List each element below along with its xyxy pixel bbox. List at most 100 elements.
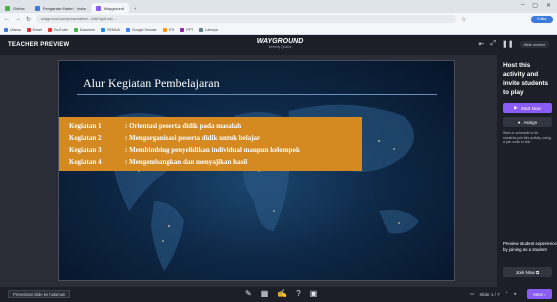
bookmark-favicon-icon (26, 27, 31, 32)
bookmark-label: YouTube (53, 27, 68, 32)
star-icon[interactable]: ☆ (461, 16, 466, 23)
bookmark-item[interactable]: Google Scholar (125, 27, 157, 32)
address-row: ← → ↻ wayground.com/presentation/.../edi… (0, 13, 557, 25)
join-now-button[interactable]: Join Now ⧉ (503, 267, 552, 277)
bookmark-label: Lainnya (205, 27, 218, 32)
question-icon[interactable]: ? (296, 289, 300, 298)
preview-text: Preview student experience by joining as… (503, 241, 557, 252)
slide-counter-text: Slide 1 / 7 (479, 291, 500, 297)
bookmark-favicon-icon (180, 27, 185, 32)
fullscreen-icon[interactable]: ⤢ (490, 40, 496, 48)
close-icon[interactable]: ✕ (546, 2, 551, 9)
tab-label: Pengantar Materi · Insta (42, 5, 86, 11)
bookmark-item[interactable]: ITS (162, 27, 175, 32)
bookmark-label: Google Scholar (131, 27, 157, 32)
teacher-preview-label: TEACHER PREVIEW (8, 42, 70, 48)
slide-title: Alur Kegiatan Pembelajaran (83, 76, 220, 90)
host-note: Start or schedule to let students join t… (503, 131, 551, 145)
app-header: TEACHER PREVIEW WAYGROUND formerly Quizi… (0, 35, 557, 55)
activities-box: Kegiatan 1 : Orientasi peserta didik pada… (59, 117, 362, 171)
bookmark-favicon-icon (47, 27, 52, 32)
host-heading: Host this activity and invite students t… (503, 62, 549, 96)
address-bar[interactable]: wayground.com/presentation/.../edit?pptL… (36, 15, 457, 23)
chevron-up-icon[interactable]: ⌃ (505, 291, 509, 297)
activity-key: Kegiatan 4 (69, 158, 102, 166)
title-underline (77, 94, 437, 95)
presentation-stage: Alur Kegiatan Pembelajaran Kegiatan 1 : O… (0, 55, 497, 287)
pen-icon[interactable]: ✎ (245, 289, 252, 298)
logo-title: WAYGROUND (256, 38, 304, 45)
minimize-icon[interactable]: – (521, 2, 524, 9)
bookmark-favicon-icon (101, 27, 106, 32)
external-link-icon: ⧉ (535, 269, 540, 275)
slides-list-icon[interactable]: ▭ (470, 291, 474, 297)
activity-row: Kegiatan 2 : Mengorganisasi peserta didik… (69, 134, 260, 142)
browser-tab[interactable]: Gdrive (0, 3, 30, 13)
bookmarks-bar: Utama Email YouTube Dokumen SEMUA Google Scho… (0, 25, 557, 35)
bookmark-label: Dokumen (79, 27, 96, 32)
start-now-label: Start Now (520, 105, 541, 111)
prev-icon[interactable]: ◂ (514, 291, 516, 297)
activity-row: Kegiatan 4 : Mengembangkan dan menyajikan… (69, 158, 247, 166)
bookmark-item[interactable]: Lainnya (199, 27, 218, 32)
window-controls: – ▢ ✕ (521, 2, 551, 9)
hide-screen-button[interactable]: Hide screen (519, 40, 549, 48)
bookmark-favicon-icon (4, 27, 8, 32)
tab-favicon-icon (5, 5, 10, 11)
slide-counter: ▭ Slide 1 / 7 ⌃ ◂ (470, 291, 516, 297)
back-icon[interactable]: ← (4, 16, 10, 22)
maximize-icon[interactable]: ▢ (532, 2, 538, 9)
bookmark-item[interactable]: SEMUA (101, 27, 120, 32)
browser-tab[interactable]: Pengantar Materi · Insta (30, 3, 91, 13)
header-actions: ⇤ ⤢ ❚❚ Hide screen (478, 40, 549, 48)
tab-favicon-icon (34, 5, 40, 11)
play-icon: ▶ (514, 105, 518, 110)
logo-subtitle: formerly Quizizz (268, 45, 292, 49)
bookmark-label: SEMUA (107, 27, 120, 32)
activity-key: Kegiatan 2 (69, 134, 102, 142)
bookmark-favicon-icon (125, 27, 130, 32)
bottom-toolbar: Presentasi slide ke halaman ✎ ▦ ✍ ? ▣ ▭ … (0, 287, 557, 302)
activity-text: : Mengorganisasi peserta didik untuk bel… (125, 134, 261, 142)
activity-key: Kegiatan 1 (69, 122, 102, 130)
profile-button[interactable]: Editor (531, 15, 553, 23)
bookmark-favicon-icon (199, 27, 204, 32)
activity-text: : Membimbing penyelidikan individual mau… (125, 146, 300, 154)
forward-icon[interactable]: → (15, 16, 21, 22)
activity-text: : Mengembangkan dan menyajikan hasil (125, 158, 248, 166)
slide-canvas: Alur Kegiatan Pembelajaran Kegiatan 1 : O… (58, 60, 455, 281)
activity-key: Kegiatan 3 (69, 146, 102, 154)
presentation-label[interactable]: Presentasi slide ke halaman (8, 290, 71, 298)
bookmark-item[interactable]: Dokumen (73, 27, 96, 32)
bookmark-item[interactable]: YouTube (47, 27, 68, 32)
next-arrow-icon: › (544, 291, 546, 297)
assign-label: Assign (523, 119, 538, 125)
bookmark-label: ITS (168, 27, 175, 32)
back-arrow-icon[interactable]: ⇤ (478, 40, 484, 48)
bookmark-item[interactable]: Email (26, 27, 42, 32)
bookmark-favicon-icon (162, 27, 167, 32)
tab-label: Gdrive (13, 5, 25, 11)
browser-tab-active[interactable]: Wayground (90, 3, 130, 13)
activity-row: Kegiatan 3 : Membimbing penyelidikan indi… (69, 146, 300, 154)
new-tab-button[interactable]: + (129, 3, 141, 13)
assign-button[interactable]: ● Assign (503, 117, 552, 127)
annotation-tools: ✎ ▦ ✍ ? ▣ (245, 289, 317, 298)
pause-icon[interactable]: ❚❚ (502, 40, 514, 48)
bookmark-item[interactable]: PPT (180, 27, 193, 32)
poll-icon[interactable]: ✍ (277, 289, 287, 298)
join-now-label: Join Now (515, 269, 535, 275)
reload-icon[interactable]: ↻ (26, 16, 31, 23)
next-label: Next (533, 291, 543, 297)
assign-icon: ● (517, 119, 521, 125)
wayground-logo: WAYGROUND formerly Quizizz (240, 38, 320, 49)
next-button[interactable]: Next › (527, 289, 552, 299)
bookmark-item[interactable]: Utama (4, 27, 21, 32)
bookmark-label: Utama (10, 27, 21, 32)
activity-text: : Orientasi peserta didik pada masalah (125, 122, 242, 130)
whiteboard-icon[interactable]: ▦ (261, 289, 269, 298)
slides-icon[interactable]: ▣ (310, 289, 318, 298)
activity-row: Kegiatan 1 : Orientasi peserta didik pada… (69, 122, 241, 130)
start-now-button[interactable]: ▶ Start Now (503, 103, 552, 113)
tab-label: Wayground (103, 5, 125, 11)
